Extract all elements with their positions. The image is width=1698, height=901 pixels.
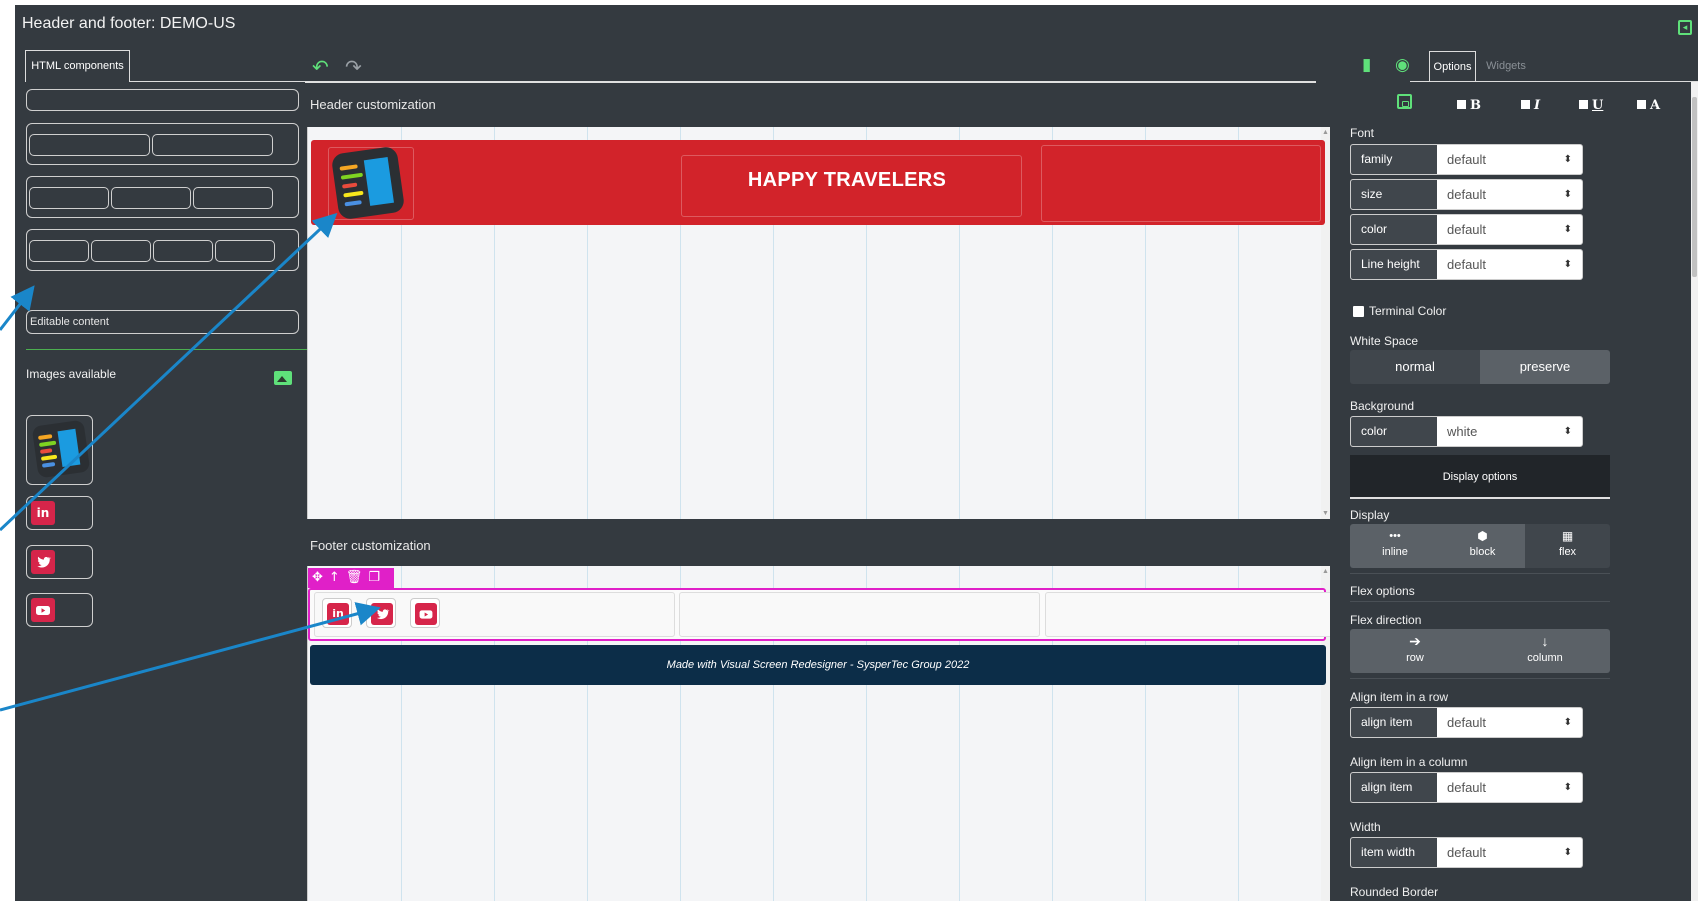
footer-credit-text[interactable]: Made with Visual Screen Redesigner - Sys… (310, 645, 1326, 685)
font-color-select[interactable]: color default ⬍ (1350, 214, 1583, 245)
tab-options[interactable]: Options (1429, 51, 1476, 82)
align-item-row-select[interactable]: align item default ⬍ (1350, 707, 1583, 738)
center-tab-divider (305, 81, 1316, 83)
footer-youtube[interactable] (410, 598, 440, 628)
right-tab-divider (1410, 81, 1698, 82)
white-space-label: White Space (1350, 334, 1419, 348)
cube-icon: ⬢ (1477, 529, 1488, 543)
linkedin-icon: in (327, 603, 349, 625)
white-space-preserve[interactable]: preserve (1480, 350, 1610, 384)
footer-cell-right[interactable] (1045, 592, 1330, 637)
tab-html-components[interactable]: HTML components (25, 50, 130, 82)
header-customization-title: Header customization (310, 97, 436, 112)
redo-icon[interactable]: ↷ (345, 55, 362, 79)
export-file-icon[interactable]: ▮ (1362, 55, 1371, 75)
linkedin-icon: in (31, 501, 55, 525)
options-scrollbar[interactable] (1691, 82, 1698, 901)
header-canvas[interactable]: ▲ ▼ HAPPY TRAVELERS (307, 127, 1330, 519)
white-space-toggle: normal preserve (1350, 350, 1610, 384)
terminal-color-label: Terminal Color (1369, 304, 1447, 318)
preview-eye-icon[interactable]: ◉ (1395, 55, 1410, 75)
editor-window: Header and footer: DEMO-US ◂ HTML compon… (15, 5, 1698, 901)
images-available-label: Images available (26, 367, 117, 381)
background-label: Background (1350, 399, 1415, 413)
display-inline[interactable]: ••• inline (1350, 524, 1440, 568)
bold-toggle[interactable]: B (1457, 98, 1481, 113)
underline-toggle[interactable]: U (1579, 98, 1603, 113)
image-thumb-logo[interactable] (26, 415, 93, 485)
ellipsis-icon: ••• (1389, 530, 1401, 542)
display-options-header[interactable]: Display options (1350, 455, 1610, 499)
rounded-border-label: Rounded Border (1350, 885, 1439, 899)
undo-icon[interactable]: ↶ (312, 55, 329, 79)
selection-toolbar[interactable]: ✥↑🗑❐ (308, 568, 394, 588)
grid-icon: ▦ (1561, 529, 1574, 543)
flex-direction-label: Flex direction (1350, 613, 1422, 627)
display-flex[interactable]: ▦ flex (1525, 524, 1610, 568)
font-color-toggle[interactable]: A (1637, 98, 1660, 113)
footer-customization-title: Footer customization (310, 538, 431, 553)
footer-twitter[interactable] (366, 598, 396, 628)
save-header-icon[interactable] (1397, 94, 1412, 109)
component-one-column[interactable] (26, 89, 299, 111)
align-row-label: Align item in a row (1350, 690, 1449, 704)
youtube-icon (415, 603, 437, 625)
banner-title[interactable]: HAPPY TRAVELERS (672, 155, 1022, 212)
arrow-down-icon: ↓ (1541, 633, 1549, 649)
image-thumb-youtube[interactable] (26, 593, 93, 627)
flex-direction-row[interactable]: ➔ row (1350, 629, 1480, 673)
component-three-columns[interactable] (26, 176, 299, 218)
white-space-normal[interactable]: normal (1350, 350, 1480, 384)
line-height-select[interactable]: Line height default ⬍ (1350, 249, 1583, 280)
flex-direction-toggle: ➔ row ↓ column (1350, 629, 1610, 673)
footer-canvas[interactable]: ▲ in ✥↑🗑❐ Made with Visual Screen Redesi… (307, 566, 1330, 901)
image-thumb-linkedin[interactable]: in (26, 496, 93, 530)
align-column-label: Align item in a column (1350, 755, 1468, 769)
window-title: Header and footer: DEMO-US (22, 15, 236, 32)
display-label: Display (1350, 508, 1390, 522)
youtube-icon (31, 598, 55, 622)
display-block[interactable]: ⬢ block (1440, 524, 1525, 568)
flex-divider (1350, 573, 1610, 574)
arrow-right-icon: ➔ (1409, 633, 1421, 649)
footer-linkedin[interactable]: in (322, 598, 352, 628)
banner-cell-right[interactable] (1041, 145, 1321, 222)
terminal-color-checkbox[interactable] (1353, 306, 1364, 317)
background-color-select[interactable]: color white ⬍ (1350, 416, 1583, 447)
item-width-select[interactable]: item width default ⬍ (1350, 837, 1583, 868)
flex-direction-column[interactable]: ↓ column (1480, 629, 1610, 673)
display-mode-toggle: ••• inline ⬢ block ▦ flex (1350, 524, 1610, 568)
align-divider (1350, 678, 1610, 679)
app-logo-icon (31, 419, 91, 479)
left-tab-divider (130, 81, 312, 82)
tab-widgets[interactable]: Widgets (1481, 51, 1531, 82)
footer-selected-row[interactable]: in (308, 588, 1330, 641)
font-family-select[interactable]: family default ⬍ (1350, 144, 1583, 175)
footer-cell-center[interactable] (679, 592, 1040, 637)
component-editable-content[interactable]: Editable content (26, 310, 299, 334)
width-label: Width (1350, 820, 1381, 834)
twitter-icon (371, 603, 393, 625)
flex-divider-2 (1350, 601, 1610, 602)
align-item-column-select[interactable]: align item default ⬍ (1350, 772, 1583, 803)
font-size-select[interactable]: size default ⬍ (1350, 179, 1583, 210)
italic-toggle[interactable]: I (1521, 98, 1540, 113)
component-two-columns[interactable] (26, 123, 299, 165)
flex-options-label: Flex options (1350, 584, 1415, 598)
add-image-icon[interactable] (274, 371, 292, 385)
font-section-label: Font (1350, 126, 1375, 140)
header-banner[interactable]: HAPPY TRAVELERS (311, 140, 1325, 225)
app-logo-icon[interactable] (330, 145, 406, 221)
image-thumb-twitter[interactable] (26, 545, 93, 579)
left-divider (26, 349, 311, 350)
twitter-icon (31, 550, 55, 574)
component-four-columns[interactable] (26, 229, 299, 271)
collapse-panel-icon[interactable]: ◂ (1678, 20, 1692, 35)
